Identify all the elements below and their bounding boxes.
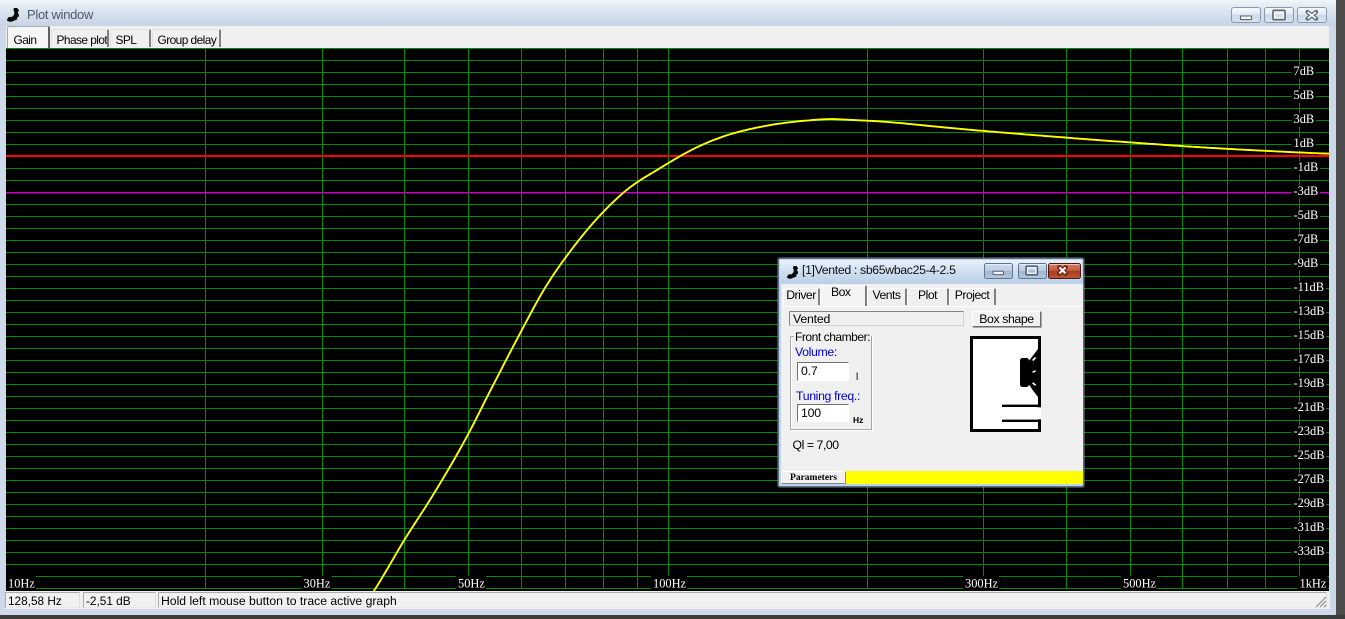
svg-text:-25dB: -25dB	[1294, 448, 1325, 462]
svg-text:1kHz: 1kHz	[1300, 577, 1327, 591]
svg-text:-15dB: -15dB	[1294, 328, 1325, 342]
svg-text:100Hz: 100Hz	[653, 577, 687, 591]
svg-text:300Hz: 300Hz	[965, 577, 999, 591]
svg-text:-17dB: -17dB	[1294, 352, 1325, 366]
svg-text:-33dB: -33dB	[1294, 544, 1325, 558]
svg-text:1dB: 1dB	[1294, 136, 1315, 150]
svg-text:-29dB: -29dB	[1294, 496, 1325, 510]
svg-text:500Hz: 500Hz	[1123, 577, 1157, 591]
svg-text:-9dB: -9dB	[1294, 256, 1319, 270]
svg-text:-3dB: -3dB	[1294, 184, 1319, 198]
svg-text:30Hz: 30Hz	[304, 577, 331, 591]
svg-text:-11dB: -11dB	[1294, 280, 1325, 294]
svg-text:-19dB: -19dB	[1294, 376, 1325, 390]
svg-text:-7dB: -7dB	[1294, 232, 1319, 246]
svg-text:-1dB: -1dB	[1294, 160, 1319, 174]
svg-text:10Hz: 10Hz	[8, 577, 35, 591]
svg-text:3dB: 3dB	[1294, 112, 1315, 126]
svg-text:50Hz: 50Hz	[458, 577, 485, 591]
svg-text:-31dB: -31dB	[1294, 520, 1325, 534]
svg-text:5dB: 5dB	[1294, 88, 1315, 102]
svg-text:-27dB: -27dB	[1294, 472, 1325, 486]
svg-text:-21dB: -21dB	[1294, 400, 1325, 414]
svg-text:-5dB: -5dB	[1294, 208, 1319, 222]
svg-text:-13dB: -13dB	[1294, 304, 1325, 318]
svg-text:7dB: 7dB	[1294, 64, 1315, 78]
svg-text:-23dB: -23dB	[1294, 424, 1325, 438]
